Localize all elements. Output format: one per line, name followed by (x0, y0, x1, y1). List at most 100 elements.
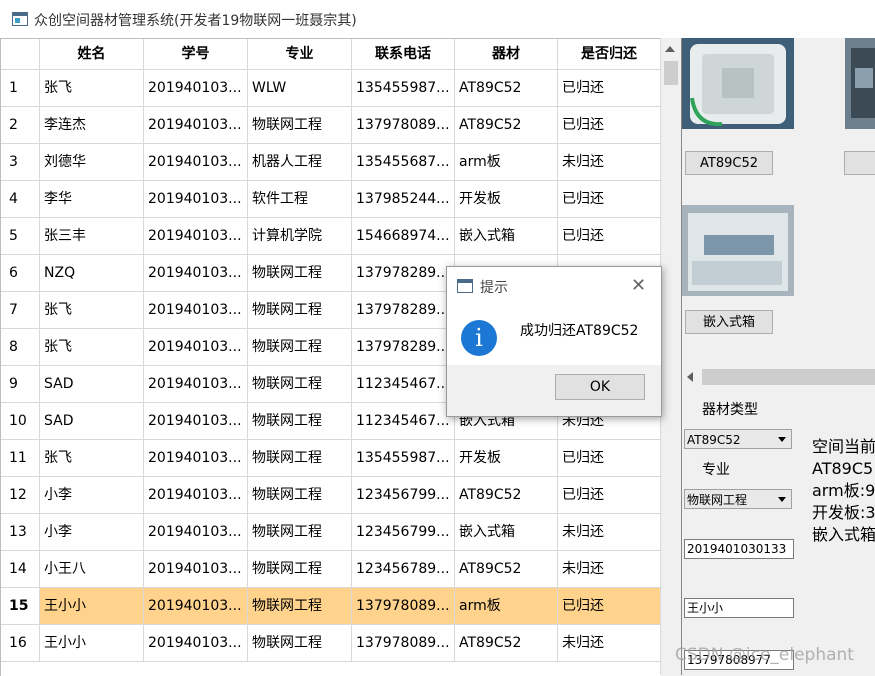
table-cell[interactable]: 已归还 (558, 70, 661, 107)
row-number[interactable]: 14 (1, 551, 40, 588)
row-number[interactable]: 9 (1, 366, 40, 403)
row-number[interactable]: 12 (1, 477, 40, 514)
table-cell[interactable]: 软件工程 (248, 181, 352, 218)
table-cell[interactable]: 物联网工程 (248, 551, 352, 588)
table-cell[interactable]: 王小小 (40, 625, 144, 662)
table-row[interactable]: 4 李华 201940103... 软件工程 137985244... 开发板 已归还 (1, 181, 661, 218)
table-cell[interactable]: 未归还 (558, 514, 661, 551)
table-cell[interactable]: 137978089... (352, 625, 455, 662)
table-cell[interactable]: 张飞 (40, 70, 144, 107)
table-cell[interactable]: 已归还 (558, 440, 661, 477)
embedded-box-button[interactable]: 嵌入式箱 (685, 310, 773, 334)
table-cell[interactable]: 张三丰 (40, 218, 144, 255)
table-cell[interactable]: 已归还 (558, 218, 661, 255)
table-cell[interactable]: 小李 (40, 477, 144, 514)
table-cell[interactable]: SAD (40, 403, 144, 440)
row-number[interactable]: 1 (1, 70, 40, 107)
table-cell[interactable]: 张飞 (40, 440, 144, 477)
table-cell[interactable]: 112345467... (352, 366, 455, 403)
table-cell[interactable]: 已归还 (558, 477, 661, 514)
table-cell[interactable]: 已归还 (558, 181, 661, 218)
table-cell[interactable]: AT89C52 (455, 107, 558, 144)
table-cell[interactable]: 已归还 (558, 107, 661, 144)
table-row[interactable]: 1 张飞 201940103... WLW 135455987... AT89C52 已归还 (1, 70, 661, 107)
table-cell[interactable]: 开发板 (455, 440, 558, 477)
table-cell[interactable]: 201940103... (144, 329, 248, 366)
scroll-thumb[interactable] (664, 61, 678, 85)
table-row[interactable]: 16 王小小 201940103... 物联网工程 137978089... AT89C5… (1, 625, 661, 662)
table-cell[interactable]: arm板 (455, 588, 558, 625)
table-cell[interactable]: 201940103... (144, 514, 248, 551)
table-cell[interactable]: 物联网工程 (248, 588, 352, 625)
row-number[interactable]: 3 (1, 144, 40, 181)
table-cell[interactable]: 137978089... (352, 107, 455, 144)
table-cell[interactable]: 计算机学院 (248, 218, 352, 255)
at89c52-button[interactable]: AT89C52 (685, 151, 773, 175)
table-cell[interactable]: 201940103... (144, 255, 248, 292)
table-cell[interactable]: 小李 (40, 514, 144, 551)
table-cell[interactable]: 物联网工程 (248, 329, 352, 366)
scroll-up-arrow-icon[interactable] (665, 46, 675, 52)
row-number[interactable]: 5 (1, 218, 40, 255)
table-cell[interactable]: 李连杰 (40, 107, 144, 144)
table-cell[interactable]: AT89C52 (455, 625, 558, 662)
table-cell[interactable]: 137978289... (352, 292, 455, 329)
table-cell[interactable]: arm板 (455, 144, 558, 181)
column-header[interactable]: 联系电话 (352, 39, 455, 70)
table-row[interactable]: 13 小李 201940103... 物联网工程 123456799... 嵌入式箱 未归还 (1, 514, 661, 551)
column-header[interactable]: 专业 (248, 39, 352, 70)
row-number[interactable]: 8 (1, 329, 40, 366)
table-cell[interactable]: 物联网工程 (248, 477, 352, 514)
table-cell[interactable]: AT89C52 (455, 551, 558, 588)
table-cell[interactable]: 137978089... (352, 588, 455, 625)
table-cell[interactable]: 未归还 (558, 625, 661, 662)
table-cell[interactable]: 201940103... (144, 625, 248, 662)
hscroll-thumb[interactable] (702, 369, 875, 385)
name-input[interactable]: 王小小 (684, 598, 794, 618)
scroll-left-arrow-icon[interactable] (687, 372, 693, 382)
row-number[interactable]: 15 (1, 588, 40, 625)
table-cell[interactable]: 201940103... (144, 440, 248, 477)
table-cell[interactable]: 201940103... (144, 292, 248, 329)
table-row[interactable]: 2 李连杰 201940103... 物联网工程 137978089... AT89C52… (1, 107, 661, 144)
ok-button[interactable]: OK (555, 374, 645, 400)
table-cell[interactable]: 物联网工程 (248, 107, 352, 144)
image-panel-horizontal-scrollbar[interactable] (682, 368, 875, 386)
column-header[interactable]: 姓名 (40, 39, 144, 70)
table-cell[interactable]: 嵌入式箱 (455, 218, 558, 255)
table-cell[interactable]: 物联网工程 (248, 514, 352, 551)
table-cell[interactable]: 137985244... (352, 181, 455, 218)
table-row[interactable]: 11 张飞 201940103... 物联网工程 135455987... 开发板 已归还 (1, 440, 661, 477)
row-number[interactable]: 11 (1, 440, 40, 477)
table-cell[interactable]: 135455987... (352, 70, 455, 107)
table-cell[interactable]: 135455687... (352, 144, 455, 181)
table-cell[interactable]: 123456789... (352, 551, 455, 588)
table-vertical-scrollbar[interactable] (660, 38, 681, 675)
column-header[interactable]: 器材 (455, 39, 558, 70)
row-number[interactable]: 7 (1, 292, 40, 329)
table-cell[interactable]: SAD (40, 366, 144, 403)
table-cell[interactable]: 已归还 (558, 588, 661, 625)
row-number[interactable]: 2 (1, 107, 40, 144)
column-header[interactable]: 是否归还 (558, 39, 661, 70)
table-row[interactable]: 14 小王八 201940103... 物联网工程 123456789... AT89C5… (1, 551, 661, 588)
table-cell[interactable]: 201940103... (144, 144, 248, 181)
table-cell[interactable]: 物联网工程 (248, 292, 352, 329)
major-select[interactable]: 物联网工程 (684, 489, 792, 509)
table-cell[interactable]: 李华 (40, 181, 144, 218)
table-cell[interactable]: 201940103... (144, 218, 248, 255)
table-cell[interactable]: 201940103... (144, 477, 248, 514)
row-number[interactable]: 13 (1, 514, 40, 551)
table-cell[interactable]: 物联网工程 (248, 625, 352, 662)
table-cell[interactable]: 201940103... (144, 366, 248, 403)
table-cell[interactable]: 201940103... (144, 403, 248, 440)
table-cell[interactable]: 未归还 (558, 551, 661, 588)
table-cell[interactable]: 张飞 (40, 329, 144, 366)
close-icon[interactable]: ✕ (631, 275, 646, 296)
equipment-button-2[interactable] (844, 151, 875, 175)
table-cell[interactable]: 154668974... (352, 218, 455, 255)
table-cell[interactable]: NZQ (40, 255, 144, 292)
student-id-input[interactable]: 2019401030133 (684, 539, 794, 559)
row-number[interactable]: 16 (1, 625, 40, 662)
table-cell[interactable]: 201940103... (144, 70, 248, 107)
